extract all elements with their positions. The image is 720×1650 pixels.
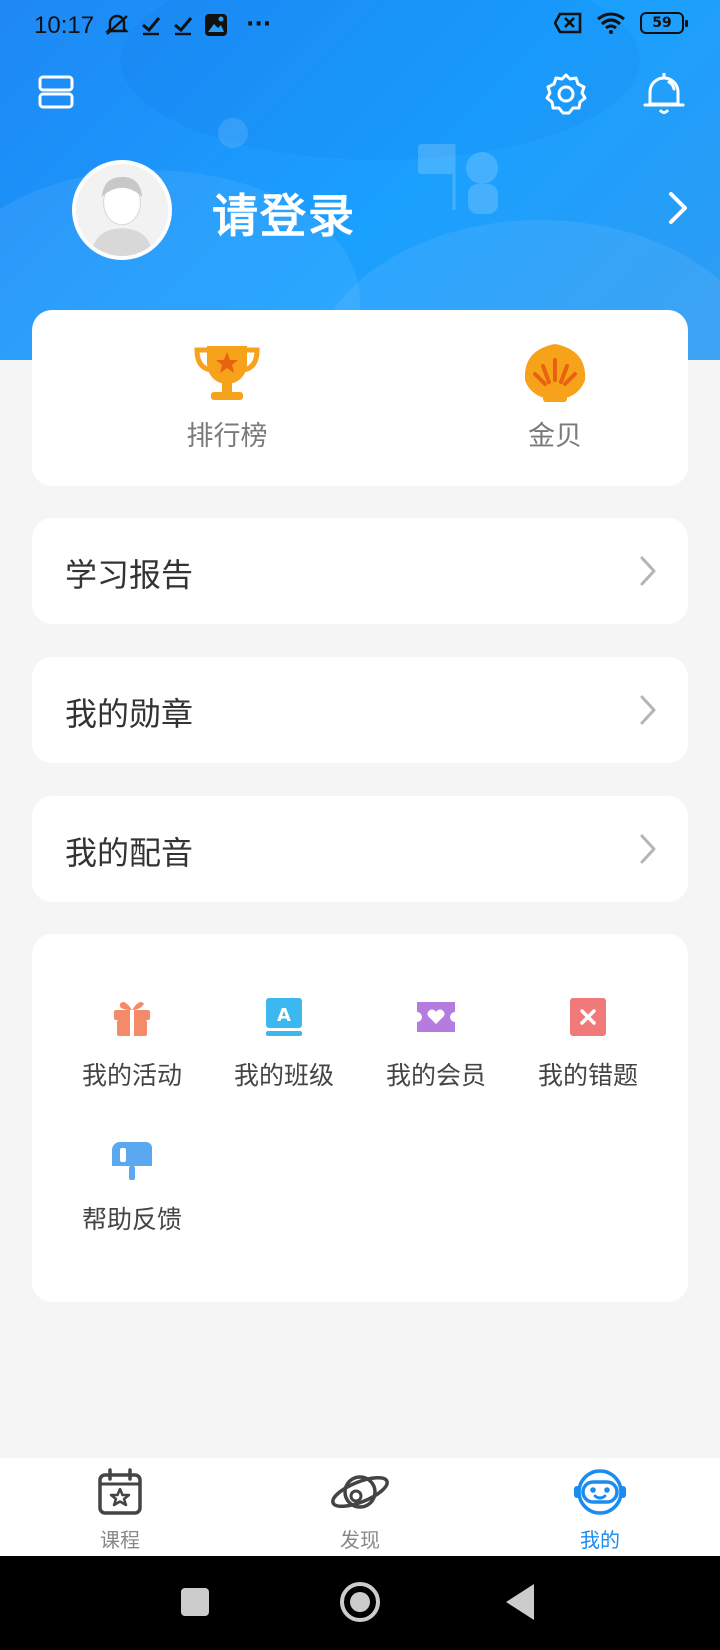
my-mistakes-label: 我的错题	[537, 1061, 638, 1090]
gold-shell-label: 金贝	[528, 421, 582, 452]
mailbox-icon	[112, 1142, 152, 1180]
leaderboard-entry[interactable]: 排行榜	[137, 340, 317, 453]
chevron-right-icon	[640, 695, 656, 725]
bell-icon[interactable]	[642, 70, 686, 116]
status-bar: 10:17 ··· 59	[0, 0, 720, 54]
tab-discover[interactable]: 发现	[300, 1466, 420, 1553]
status-time: 10:17	[34, 12, 95, 39]
my-class-label: 我的班级	[233, 1061, 334, 1090]
my-mistakes-item[interactable]: 我的错题	[512, 996, 664, 1092]
my-membership-label: 我的会员	[385, 1061, 486, 1090]
gold-shell-entry[interactable]: 金贝	[465, 340, 645, 453]
help-feedback-item[interactable]: 帮助反馈	[56, 1140, 208, 1236]
svg-text:A: A	[277, 1005, 291, 1026]
battery-icon: 59	[640, 12, 688, 34]
recent-apps-button[interactable]	[181, 1588, 209, 1616]
stats-card: 排行榜 金贝	[32, 310, 688, 486]
study-report-label: 学习报告	[65, 556, 194, 594]
gallery-icon	[205, 13, 227, 36]
tab-courses[interactable]: 课程	[60, 1466, 180, 1553]
robot-face-icon	[574, 1469, 626, 1515]
features-grid-card: 我的活动 A 我的班级 我的会员 我的错题 帮助反馈	[32, 934, 688, 1302]
menu-icon[interactable]	[38, 74, 74, 110]
bottom-tab-bar: 课程 发现 我的	[0, 1458, 720, 1556]
shell-icon	[524, 344, 586, 402]
back-button[interactable]	[506, 1584, 534, 1620]
calendar-star-icon	[98, 1468, 142, 1515]
check-icon	[142, 16, 161, 35]
tab-discover-label: 发现	[340, 1528, 380, 1552]
home-button[interactable]	[340, 1582, 380, 1622]
mute-icon	[105, 14, 129, 35]
chevron-right-icon[interactable]	[666, 190, 690, 226]
vip-ticket-icon	[417, 1002, 455, 1032]
planet-icon	[331, 1475, 389, 1509]
check-icon	[174, 16, 193, 35]
chevron-right-icon	[640, 834, 656, 864]
tab-mine-label: 我的	[580, 1528, 620, 1552]
tab-courses-label: 课程	[100, 1528, 140, 1552]
chevron-right-icon	[640, 556, 656, 586]
my-dubbing-label: 我的配音	[65, 834, 194, 872]
my-membership-item[interactable]: 我的会员	[360, 996, 512, 1092]
gift-icon	[114, 1002, 150, 1036]
help-feedback-label: 帮助反馈	[81, 1205, 182, 1234]
my-activities-item[interactable]: 我的活动	[56, 996, 208, 1092]
no-sim-icon	[554, 12, 582, 34]
status-more-dots: ···	[246, 12, 272, 37]
wifi-icon	[597, 12, 625, 34]
avatar[interactable]	[72, 160, 172, 260]
my-medals-label: 我的勋章	[65, 695, 194, 733]
my-dubbing-row[interactable]: 我的配音	[32, 796, 688, 902]
default-avatar-icon	[76, 164, 168, 256]
trophy-icon	[194, 346, 260, 400]
study-report-row[interactable]: 学习报告	[32, 518, 688, 624]
my-medals-row[interactable]: 我的勋章	[32, 657, 688, 763]
wrong-book-icon	[570, 998, 606, 1036]
my-class-item[interactable]: A 我的班级	[208, 996, 360, 1092]
tab-mine[interactable]: 我的	[540, 1466, 660, 1553]
leaderboard-label: 排行榜	[186, 421, 268, 452]
settings-icon[interactable]	[544, 72, 588, 116]
battery-level: 59	[652, 15, 672, 31]
class-book-icon: A	[266, 998, 302, 1036]
login-label[interactable]: 请登录	[212, 180, 356, 246]
astronaut-illustration	[418, 144, 498, 214]
my-activities-label: 我的活动	[81, 1061, 182, 1090]
